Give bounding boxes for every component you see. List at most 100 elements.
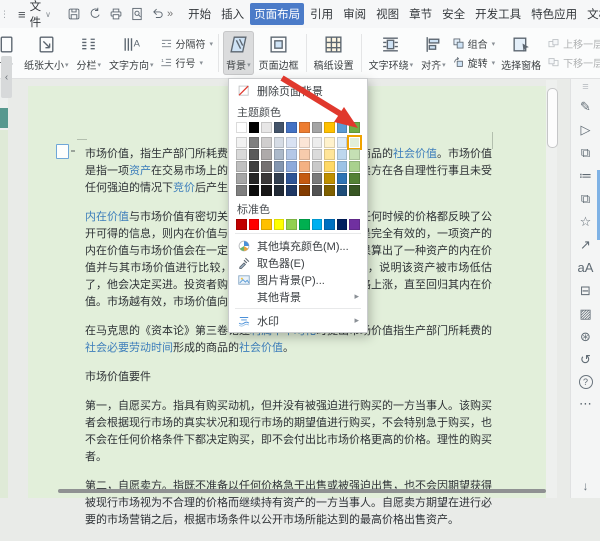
pages-icon[interactable]: ⧉ [578, 191, 594, 207]
theme-tint-swatch[interactable] [249, 161, 260, 172]
theme-color-swatch[interactable] [349, 122, 360, 133]
theme-tint-swatch[interactable] [349, 185, 360, 196]
print-preview-icon[interactable] [130, 7, 144, 21]
ribbon-page-border-button[interactable]: 页面边框 [256, 31, 302, 75]
select-cursor-icon[interactable]: ▷ [578, 122, 594, 138]
tab-insert[interactable]: 插入 [217, 3, 248, 25]
tab-review[interactable]: 审阅 [339, 3, 370, 25]
tab-special-features[interactable]: 特色应用 [527, 3, 581, 25]
theme-tint-swatch[interactable] [349, 173, 360, 184]
standard-color-swatch[interactable] [236, 219, 247, 230]
ribbon-text-wrap-button[interactable]: 文字环绕▾ [366, 31, 417, 75]
theme-tint-swatch[interactable] [261, 185, 272, 196]
more-chevrons-icon[interactable]: » [167, 8, 173, 20]
tab-section[interactable]: 章节 [405, 3, 436, 25]
ribbon-breaks-button[interactable]: 分隔符▾ [160, 36, 214, 51]
theme-tint-swatch[interactable] [261, 161, 272, 172]
theme-tint-swatch[interactable] [312, 173, 323, 184]
theme-tint-swatch[interactable] [286, 137, 297, 148]
theme-tint-swatch[interactable] [337, 161, 348, 172]
theme-tint-swatch[interactable] [274, 161, 285, 172]
theme-color-swatch[interactable] [274, 122, 285, 133]
hyperlink[interactable]: 资产 [129, 165, 151, 177]
standard-color-swatch[interactable] [261, 219, 272, 230]
theme-color-swatch[interactable] [261, 122, 272, 133]
theme-tint-swatch[interactable] [337, 185, 348, 196]
theme-tint-swatch[interactable] [236, 149, 247, 160]
theme-tint-swatch[interactable] [324, 137, 335, 148]
theme-tint-swatch[interactable] [299, 137, 310, 148]
theme-tint-swatch[interactable] [261, 149, 272, 160]
down-arrow-icon[interactable]: ↓ [571, 479, 600, 493]
share-icon[interactable]: ↗ [578, 237, 594, 253]
theme-color-swatch[interactable] [337, 122, 348, 133]
theme-tint-swatch[interactable] [286, 173, 297, 184]
menu-item-picture-background[interactable]: 图片背景(P)... [229, 271, 367, 288]
theme-color-swatch[interactable] [286, 122, 297, 133]
undo-icon[interactable] [151, 7, 165, 21]
export-icon[interactable] [88, 7, 102, 21]
menu-item-eyedropper[interactable]: 取色器(E) [229, 254, 367, 271]
ribbon-group-button[interactable]: 组合▾ [452, 36, 496, 51]
theme-tint-swatch[interactable] [312, 137, 323, 148]
theme-tint-swatch[interactable] [299, 173, 310, 184]
menu-item-watermark[interactable]: 水印▸ [229, 312, 367, 329]
coin-icon[interactable]: ⊛ [578, 329, 594, 345]
ribbon-bring-forward-button[interactable]: 上移一层▾ [547, 36, 600, 51]
standard-color-swatch[interactable] [312, 219, 323, 230]
theme-tint-swatch[interactable] [236, 137, 247, 148]
hyperlink[interactable]: 社会价值 [393, 148, 437, 160]
ribbon-background-button[interactable]: 背景▾ [223, 31, 254, 75]
translate-icon[interactable]: aA [578, 260, 594, 276]
standard-color-swatch[interactable] [337, 219, 348, 230]
theme-tint-swatch[interactable] [312, 149, 323, 160]
standard-color-swatch[interactable] [299, 219, 310, 230]
ribbon-selection-pane-button[interactable]: 选择窗格 [498, 31, 544, 75]
card-icon[interactable]: ⊟ [578, 283, 594, 299]
history-icon[interactable]: ↺ [578, 352, 594, 368]
standard-color-swatch[interactable] [324, 219, 335, 230]
hyperlink[interactable]: 社会必要劳动时间 [85, 342, 173, 354]
theme-tint-swatch[interactable] [236, 185, 247, 196]
shapes-icon[interactable]: ⧉ [578, 145, 594, 161]
menu-item-delete-page-background[interactable]: 删除页面背景 [229, 81, 367, 100]
theme-tint-swatch[interactable] [286, 149, 297, 160]
ribbon-rotate-button[interactable]: 旋转▾ [452, 55, 496, 70]
theme-tint-swatch[interactable] [236, 161, 247, 172]
standard-color-swatch[interactable] [249, 219, 260, 230]
theme-tint-swatch[interactable] [274, 185, 285, 196]
hyperlink[interactable]: 内在价值 [85, 211, 129, 223]
theme-tint-swatch[interactable] [337, 173, 348, 184]
tab-view[interactable]: 视图 [372, 3, 403, 25]
ribbon-line-numbers-button[interactable]: 1行号▾ [160, 55, 214, 70]
theme-color-swatch[interactable] [324, 122, 335, 133]
tab-page-layout[interactable]: 页面布局 [250, 3, 304, 25]
theme-tint-swatch[interactable] [274, 149, 285, 160]
ribbon-send-backward-button[interactable]: 下移一层▾ [547, 55, 600, 70]
theme-tint-swatch[interactable] [324, 185, 335, 196]
theme-tint-swatch[interactable] [299, 149, 310, 160]
star-icon[interactable]: ☆ [578, 214, 594, 230]
ribbon-paper-size-button[interactable]: 纸张大小▾ [21, 31, 72, 75]
theme-tint-swatch[interactable] [324, 173, 335, 184]
horizontal-scrollbar-thumb[interactable] [58, 489, 546, 493]
theme-tint-swatch[interactable] [349, 161, 360, 172]
theme-tint-swatch[interactable] [274, 173, 285, 184]
theme-tint-swatch[interactable] [312, 161, 323, 172]
tab-security[interactable]: 安全 [438, 3, 469, 25]
theme-tint-swatch[interactable] [349, 137, 360, 148]
standard-color-swatch[interactable] [349, 219, 360, 230]
menu-item-more-backgrounds[interactable]: 其他背景▸ [229, 288, 367, 305]
hyperlink[interactable]: 社会价值 [239, 342, 283, 354]
theme-color-swatch[interactable] [312, 122, 323, 133]
standard-color-swatch[interactable] [274, 219, 285, 230]
theme-tint-swatch[interactable] [337, 137, 348, 148]
tab-developer[interactable]: 开发工具 [471, 3, 525, 25]
theme-tint-swatch[interactable] [349, 149, 360, 160]
menu-item-more-fill-colors[interactable]: 其他填充颜色(M)... [229, 237, 367, 254]
image-icon[interactable]: ▨ [578, 306, 594, 322]
theme-tint-swatch[interactable] [286, 161, 297, 172]
theme-tint-swatch[interactable] [249, 185, 260, 196]
theme-tint-swatch[interactable] [236, 173, 247, 184]
bookmark-marker-icon[interactable] [56, 144, 69, 159]
